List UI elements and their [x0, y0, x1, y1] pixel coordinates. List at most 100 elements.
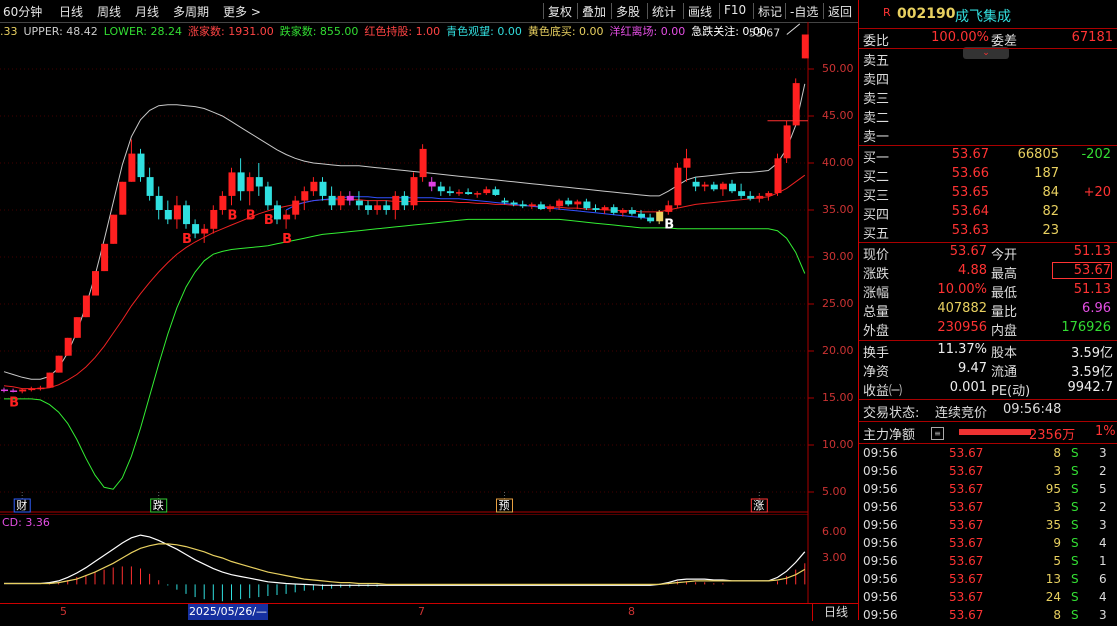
indicator-value: .33	[0, 25, 18, 38]
tick-count: 2	[1099, 464, 1107, 478]
quote-row: 涨跌 4.88 最高 53.67	[863, 262, 1115, 282]
candle-body	[255, 177, 263, 187]
tick-count: 3	[1099, 446, 1107, 460]
sell-level-4[interactable]: 卖四	[863, 69, 1115, 88]
quote-value: 53.67	[1052, 262, 1112, 279]
tick-side: S	[1071, 590, 1079, 604]
tick-side: S	[1071, 464, 1079, 478]
quote-value: 4.88	[958, 263, 987, 278]
candle-body	[483, 189, 491, 194]
tool-button-3[interactable]: 统计	[652, 3, 676, 20]
sell-level-2[interactable]: 卖二	[863, 107, 1115, 126]
event-marker[interactable]: 跌	[153, 498, 164, 512]
period-tab-5[interactable]: 更多 >	[223, 3, 261, 20]
buy-level-3[interactable]: 买三 53.65 84 +20	[863, 185, 1115, 204]
event-marker[interactable]: 财	[16, 498, 27, 512]
tool-button-0[interactable]: 复权	[548, 3, 572, 20]
quote-label: 总量	[863, 305, 890, 320]
stock-code: 002190	[897, 6, 956, 22]
buy-price: 53.67	[951, 147, 989, 162]
buy-level-1[interactable]: 买一 53.67 66805 -202	[863, 147, 1115, 166]
tick-volume: 3	[1053, 500, 1061, 514]
buy-level-4[interactable]: 买四 53.64 82	[863, 204, 1115, 223]
trade-status-value: 连续竞价	[935, 406, 988, 421]
quote-value: 10.00%	[937, 282, 987, 297]
sell-level-1[interactable]: 卖一	[863, 126, 1115, 145]
tool-button-8[interactable]: 返回	[828, 3, 852, 20]
candle-body	[547, 206, 554, 210]
macd-dif-line	[4, 534, 806, 586]
period-tab-1[interactable]: 日线	[59, 3, 83, 20]
sell-level-label: 卖五	[863, 54, 890, 69]
tool-button-6[interactable]: 标记	[758, 3, 782, 20]
buy-volume: 23	[1042, 223, 1059, 238]
period-selector[interactable]: 日线	[812, 604, 859, 621]
candlestick-chart[interactable]: 53.67BBB B BBB财跌预涨	[0, 22, 858, 520]
tool-button-5[interactable]: F10	[724, 3, 746, 17]
candle-body	[756, 195, 764, 199]
tick-volume: 13	[1045, 572, 1061, 586]
quote-value: 6.96	[1082, 301, 1111, 316]
toolbar-separator	[611, 3, 612, 19]
main-net-pct: 1%	[1095, 424, 1116, 439]
candle-body	[501, 200, 509, 203]
weibi-label: 委比	[863, 34, 890, 49]
candle-body	[355, 200, 363, 206]
buy-signal-marker: B	[182, 232, 192, 247]
toolbar-separator	[753, 3, 754, 19]
sell-level-3[interactable]: 卖三	[863, 88, 1115, 107]
candle-body	[519, 204, 527, 207]
candle-body	[710, 184, 718, 190]
sell-level-label: 卖四	[863, 73, 890, 88]
tick-side: S	[1071, 572, 1079, 586]
tick-row: 09:56 53.67 8 S 3	[863, 446, 1115, 464]
toolbar-separator	[823, 3, 824, 19]
candle-body	[674, 167, 682, 206]
indicator-value: 跌家数: 855.00	[279, 25, 359, 38]
candle-body	[692, 181, 700, 187]
event-marker[interactable]: 涨	[753, 499, 764, 512]
candle-body	[665, 205, 673, 212]
period-tab-3[interactable]: 月线	[135, 3, 159, 20]
tool-button-7[interactable]: -自选	[790, 3, 818, 20]
y-tick-label: 45.00	[822, 109, 854, 122]
tick-volume: 8	[1053, 446, 1061, 460]
upper-band-line	[3, 83, 806, 380]
candle-body	[183, 205, 190, 225]
tick-price: 53.67	[949, 446, 984, 460]
finance-row: 净资 9.47 流通 3.59亿	[863, 361, 1115, 380]
trade-status-row: 交易状态: 连续竞价 09:56:48	[863, 402, 1115, 421]
candle-body	[747, 195, 755, 199]
period-tab-0[interactable]: 60分钟	[3, 3, 42, 20]
candle-body	[738, 191, 746, 196]
candle-body	[628, 210, 636, 214]
tool-button-4[interactable]: 画线	[688, 3, 712, 20]
buy-level-label: 买五	[863, 227, 890, 242]
finance-label: 流通	[991, 365, 1018, 380]
candle-body	[237, 172, 245, 192]
tool-button-1[interactable]: 叠加	[582, 3, 606, 20]
tick-volume: 9	[1053, 536, 1061, 550]
macd-chart[interactable]	[0, 514, 858, 604]
candle-body	[647, 217, 655, 222]
buy-level-2[interactable]: 买二 53.66 187	[863, 166, 1115, 185]
period-tab-4[interactable]: 多周期	[173, 3, 209, 20]
stock-header: R 002190 成飞集成	[863, 6, 1115, 26]
period-tab-2[interactable]: 周线	[97, 3, 121, 20]
list-icon[interactable]: ≡	[931, 427, 944, 440]
buy-level-5[interactable]: 买五 53.63 23	[863, 223, 1115, 242]
candle-body	[465, 192, 473, 195]
y-tick-label: 20.00	[822, 344, 854, 357]
sell-level-label: 卖三	[863, 92, 890, 107]
tick-count: 5	[1099, 482, 1107, 496]
sell-level-5[interactable]: 卖五	[863, 50, 1115, 69]
buy-volume: 82	[1042, 204, 1059, 219]
tick-side: S	[1071, 536, 1079, 550]
candle-body	[173, 205, 181, 220]
indicator-values: .33 UPPER: 48.42 LOWER: 28.24 涨家数: 1931.00 跌…	[0, 23, 773, 39]
event-marker[interactable]: 预	[499, 499, 510, 512]
y-tick-label: 30.00	[822, 250, 854, 263]
tool-button-2[interactable]: 多股	[616, 3, 640, 20]
macd-label: CD: 3.36	[2, 516, 50, 529]
quote-label: 外盘	[863, 324, 890, 339]
